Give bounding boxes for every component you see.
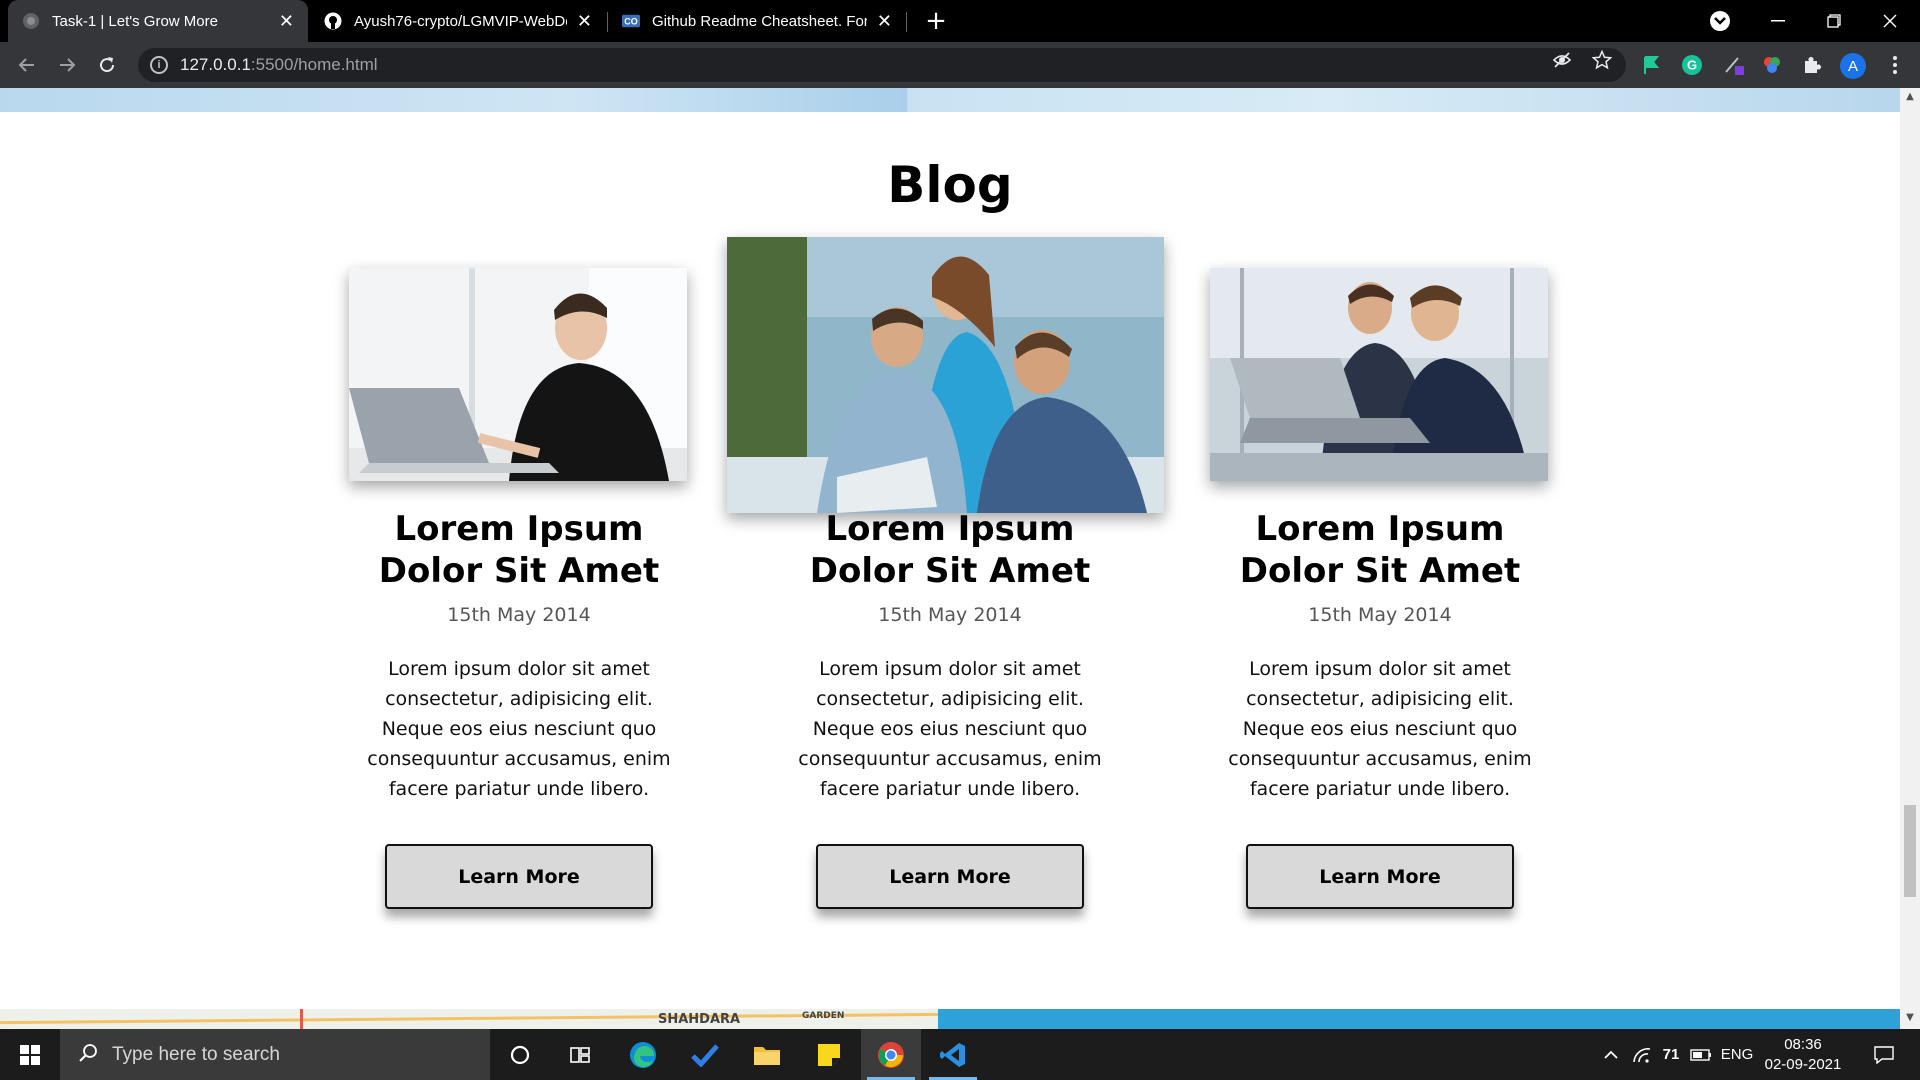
- blog-card-date: 15th May 2014: [447, 604, 591, 626]
- co-icon: CO: [622, 12, 640, 30]
- map-label: SHAHDARA: [658, 1012, 741, 1027]
- scroll-up-icon[interactable]: ▲: [1904, 92, 1916, 102]
- close-icon[interactable]: ✕: [279, 11, 294, 32]
- cortana-icon[interactable]: [490, 1029, 550, 1080]
- blog-card-date: 15th May 2014: [878, 604, 1022, 626]
- grammarly-icon[interactable]: G: [1680, 53, 1704, 77]
- map-preview: SHAHDARA GARDEN: [0, 1009, 938, 1029]
- temperature-readout[interactable]: 71: [1658, 1029, 1684, 1080]
- language-indicator[interactable]: ENG: [1718, 1029, 1756, 1080]
- blog-card-text: Lorem ipsum dolor sit amet consectetur, …: [367, 658, 671, 800]
- search-placeholder: Type here to search: [112, 1043, 280, 1065]
- task-view-icon[interactable]: [550, 1029, 610, 1080]
- tab-title: Github Readme Cheatsheet. For a: [652, 12, 867, 30]
- extension-flag-icon[interactable]: [1639, 53, 1663, 77]
- vscode-icon[interactable]: [923, 1029, 983, 1080]
- tab-title: Ayush76-crypto/LGMVIP-WebDe: [354, 12, 567, 30]
- notification-center-icon[interactable]: [1864, 1029, 1904, 1080]
- clock-date: 02-09-2021: [1764, 1056, 1842, 1073]
- eye-off-icon[interactable]: [1552, 50, 1572, 70]
- browser-tab-bar: Task-1 | Let's Grow More ✕ Ayush76-crypt…: [0, 0, 1920, 42]
- blog-card-title: Lorem Ipsum Dolor Sit Amet: [378, 509, 660, 591]
- search-icon: [78, 1043, 98, 1067]
- blog-card-date: 15th May 2014: [1308, 604, 1452, 626]
- map-road: [0, 1012, 938, 1025]
- learn-more-button[interactable]: Learn More: [385, 844, 653, 909]
- url-path: :5500/home.html: [250, 55, 378, 74]
- tab-readme-cheatsheet[interactable]: CO Github Readme Cheatsheet. For a ✕: [608, 0, 906, 42]
- learn-more-button[interactable]: Learn More: [1246, 844, 1514, 909]
- todo-check-icon[interactable]: [675, 1029, 735, 1080]
- chrome-icon[interactable]: [861, 1029, 921, 1080]
- svg-text:G: G: [1687, 58, 1697, 73]
- scroll-down-icon[interactable]: ▼: [1904, 1013, 1916, 1023]
- blog-card-text: Lorem ipsum dolor sit amet consectetur, …: [798, 658, 1102, 800]
- bookmark-star-icon[interactable]: [1592, 50, 1612, 70]
- url-host: 127.0.0.1: [180, 55, 251, 74]
- back-icon[interactable]: [12, 50, 42, 80]
- section-title: Blog: [887, 156, 1013, 214]
- hero-image-bottom-edge: [0, 88, 1900, 112]
- extensions-puzzle-icon[interactable]: [1800, 53, 1824, 77]
- learn-more-button[interactable]: Learn More: [816, 844, 1084, 909]
- map-road: [300, 1009, 303, 1029]
- new-tab-plus-icon[interactable]: +: [920, 5, 952, 37]
- blog-card-image: [1210, 268, 1548, 481]
- menu-kebab-icon[interactable]: [1883, 53, 1907, 77]
- blog-card-image: [349, 268, 687, 481]
- file-explorer-icon[interactable]: [737, 1029, 797, 1080]
- tab-title: Task-1 | Let's Grow More: [52, 12, 218, 30]
- close-icon[interactable]: ✕: [577, 11, 592, 32]
- windows-taskbar: Type here to search 71 ENG 08:36 02-09-2…: [0, 1029, 1920, 1080]
- sticky-notes-icon[interactable]: [799, 1029, 859, 1080]
- profile-avatar[interactable]: A: [1840, 53, 1866, 79]
- tab-github-repo[interactable]: Ayush76-crypto/LGMVIP-WebDe ✕: [310, 0, 606, 42]
- system-clock[interactable]: 08:36 02-09-2021: [1758, 1035, 1848, 1075]
- reload-icon[interactable]: [92, 50, 122, 80]
- forward-icon[interactable]: [52, 50, 82, 80]
- footer-strip: [938, 1009, 1900, 1029]
- blog-card-title: Lorem Ipsum Dolor Sit Amet: [809, 509, 1091, 591]
- svg-text:CO: CO: [624, 17, 638, 27]
- color-extension-icon[interactable]: [1760, 53, 1784, 77]
- window-close-icon[interactable]: [1862, 0, 1918, 42]
- tray-overflow-chevron-icon[interactable]: [1600, 1029, 1622, 1080]
- tab-search-chevron-icon[interactable]: [1710, 11, 1730, 31]
- github-icon: [324, 12, 342, 30]
- taskbar-search-input[interactable]: Type here to search: [60, 1029, 490, 1080]
- minimize-icon[interactable]: [1750, 0, 1806, 42]
- site-info-icon[interactable]: i: [150, 56, 168, 74]
- restore-icon[interactable]: [1806, 0, 1862, 42]
- pen-extension-icon[interactable]: [1722, 53, 1746, 77]
- edge-icon[interactable]: [613, 1029, 673, 1080]
- blog-card-text: Lorem ipsum dolor sit amet consectetur, …: [1228, 658, 1532, 800]
- page-viewport: Blog Lorem Ipsum Dolor Sit Amet 15th May…: [0, 88, 1900, 1029]
- scrollbar-thumb[interactable]: [1904, 805, 1916, 897]
- wifi-icon[interactable]: [1630, 1029, 1654, 1080]
- battery-icon[interactable]: [1688, 1029, 1714, 1080]
- address-bar[interactable]: i 127.0.0.1:5500/home.html: [138, 48, 1626, 82]
- clock-time: 08:36: [1784, 1036, 1822, 1053]
- globe-icon: [22, 12, 40, 30]
- windows-start-icon[interactable]: [0, 1029, 60, 1080]
- tab-task1[interactable]: Task-1 | Let's Grow More ✕: [8, 0, 308, 42]
- browser-toolbar: i 127.0.0.1:5500/home.html G A: [0, 42, 1920, 88]
- page-scrollbar[interactable]: ▲ ▼: [1900, 88, 1920, 1029]
- blog-card-title: Lorem Ipsum Dolor Sit Amet: [1239, 509, 1521, 591]
- map-label: GARDEN: [802, 1011, 845, 1021]
- tab-separator: [906, 12, 907, 32]
- blog-card-image: [727, 237, 1164, 513]
- close-icon[interactable]: ✕: [877, 11, 892, 32]
